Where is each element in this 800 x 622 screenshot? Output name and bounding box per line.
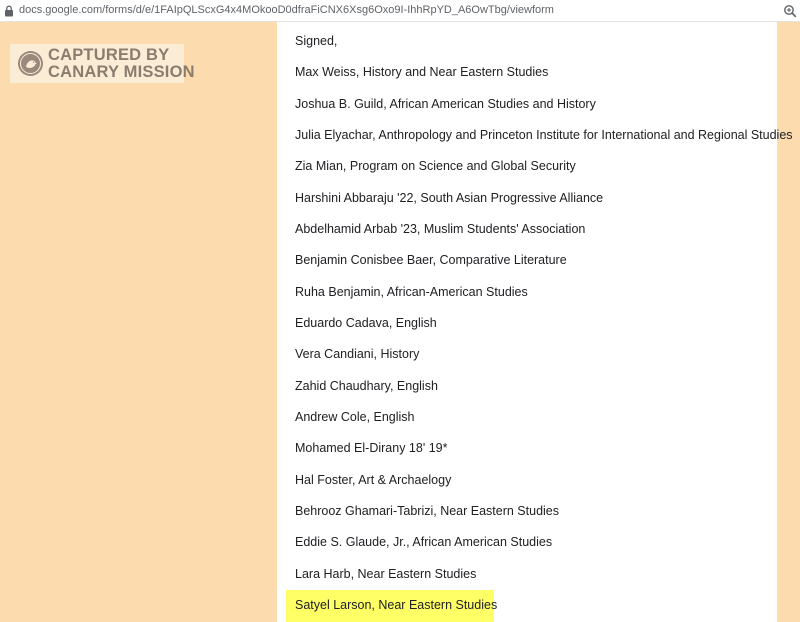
signed-label: Signed, (295, 34, 338, 48)
signatory-item: Zia Mian, Program on Science and Global … (295, 159, 576, 173)
signatory-item: Benjamin Conisbee Baer, Comparative Lite… (295, 253, 567, 267)
url-text[interactable]: docs.google.com/forms/d/e/1FAIpQLScxG4x4… (19, 4, 554, 16)
signatory-item: Eddie S. Glaude, Jr., African American S… (295, 535, 553, 549)
lock-icon (5, 5, 13, 17)
signatory-item: Joshua B. Guild, African American Studie… (295, 97, 596, 111)
signatory-item: Zahid Chaudhary, English (295, 379, 438, 393)
signatory-item: Abdelhamid Arbab '23, Muslim Students' A… (295, 222, 586, 236)
form-content-panel: Signed, Max Weiss, History and Near East… (277, 22, 793, 622)
signatory-item: Eduardo Cadava, English (295, 316, 437, 330)
browser-address-bar[interactable]: docs.google.com/forms/d/e/1FAIpQLScxG4x4… (0, 0, 800, 22)
signatory-item: Andrew Cole, English (295, 410, 415, 424)
highlighted-signatory: Satyel Larson, Near Eastern Studies (286, 590, 498, 622)
highlighted-signatory-text: Satyel Larson, Near Eastern Studies (295, 598, 498, 612)
signatory-item: Julia Elyachar, Anthropology and Princet… (295, 128, 793, 142)
signatory-item: Lara Harb, Near Eastern Studies (295, 567, 477, 581)
page: { "browser": { "url": "docs.google.com/f… (0, 0, 800, 622)
signatory-item: Ruha Benjamin, African-American Studies (295, 285, 528, 299)
canary-bird-icon (18, 51, 43, 76)
signatory-item: Mohamed El-Dirany 18' 19* (295, 441, 448, 455)
signatory-item: Hal Foster, Art & Archaelogy (295, 473, 452, 487)
watermark-line-2: CANARY MISSION (48, 63, 195, 81)
zoom-icon[interactable] (783, 4, 797, 18)
signatory-item: Vera Candiani, History (295, 347, 420, 361)
signatory-item: Max Weiss, History and Near Eastern Stud… (295, 65, 549, 79)
canary-mission-watermark: CAPTURED BY CANARY MISSION (10, 44, 195, 83)
signatory-item: Behrooz Ghamari-Tabrizi, Near Eastern St… (295, 504, 560, 518)
signatory-item: Harshini Abbaraju '22, South Asian Progr… (295, 191, 604, 205)
